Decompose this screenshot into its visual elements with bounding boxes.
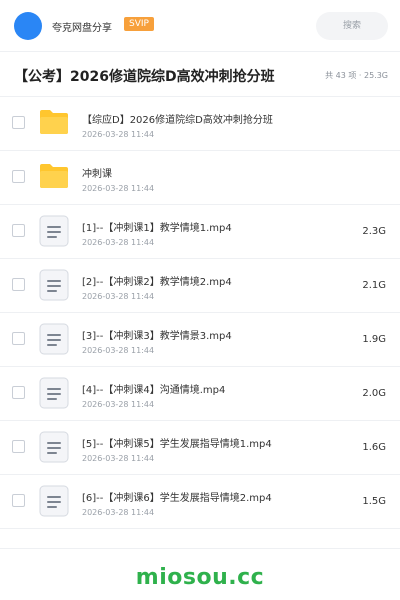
item-size: 2.0G [362,388,386,399]
video-file-icon [39,431,69,463]
folder-icon [40,110,68,134]
item-name[interactable]: 【综应D】2026修道院综D高效冲刺抢分班 [82,111,273,126]
brand-name: 夸克网盘分享 [52,23,112,34]
select-checkbox[interactable] [12,440,25,453]
page-title: 【公考】2026修道院综D高效冲刺抢分班 [14,69,275,85]
item-name[interactable]: [6]--【冲刺课6】学生发展指导情境2.mp4 [82,489,272,504]
title-bar: 【公考】2026修道院综D高效冲刺抢分班 共 43 项 · 25.3G [0,53,400,97]
search-input[interactable]: 搜索 [316,12,388,40]
top-bar: 夸克网盘分享 SVIP 搜索 [0,0,400,52]
item-name[interactable]: [1]--【冲刺课1】教学情境1.mp4 [82,219,232,234]
watermark: miosou.cc [135,565,265,590]
select-checkbox[interactable] [12,278,25,291]
select-checkbox[interactable] [12,332,25,345]
avatar[interactable] [14,12,42,40]
file-row[interactable]: [1]--【冲刺课1】教学情境1.mp4 2026-03-28 11:44 2.3G [0,205,400,259]
item-date: 2026-03-28 11:44 [82,508,155,517]
file-row[interactable]: [4]--【冲刺课4】沟通情境.mp4 2026-03-28 11:44 2.0G [0,367,400,421]
share-page: 夸克网盘分享 SVIP 搜索 【公考】2026修道院综D高效冲刺抢分班 共 43… [0,0,400,600]
item-date: 2026-03-28 11:44 [82,454,155,463]
item-name[interactable]: [4]--【冲刺课4】沟通情境.mp4 [82,381,225,396]
file-row[interactable]: [2]--【冲刺课2】教学情境2.mp4 2026-03-28 11:44 2.1G [0,259,400,313]
select-checkbox[interactable] [12,224,25,237]
item-size: 2.1G [362,280,386,291]
item-name[interactable]: [2]--【冲刺课2】教学情境2.mp4 [82,273,232,288]
select-checkbox[interactable] [12,116,25,129]
select-checkbox[interactable] [12,494,25,507]
video-file-icon [39,215,69,247]
footer: miosou.cc [0,548,400,600]
video-file-icon [39,323,69,355]
item-date: 2026-03-28 11:44 [82,292,155,301]
item-date: 2026-03-28 11:44 [82,346,155,355]
select-checkbox[interactable] [12,386,25,399]
file-row[interactable]: [3]--【冲刺课3】教学情景3.mp4 2026-03-28 11:44 1.9G [0,313,400,367]
item-count: 共 43 项 · 25.3G [325,71,388,80]
item-name[interactable]: [3]--【冲刺课3】教学情景3.mp4 [82,327,232,342]
folder-icon [40,164,68,188]
file-row[interactable]: [6]--【冲刺课6】学生发展指导情境2.mp4 2026-03-28 11:44… [0,475,400,529]
item-date: 2026-03-28 11:44 [82,400,155,409]
file-row[interactable]: [5]--【冲刺课5】学生发展指导情境1.mp4 2026-03-28 11:44… [0,421,400,475]
video-file-icon [39,269,69,301]
item-date: 2026-03-28 11:44 [82,238,155,247]
item-date: 2026-03-28 11:44 [82,130,155,139]
item-size: 1.9G [362,334,386,345]
item-size: 1.6G [362,442,386,453]
video-file-icon [39,377,69,409]
select-checkbox[interactable] [12,170,25,183]
item-name[interactable]: [5]--【冲刺课5】学生发展指导情境1.mp4 [82,435,272,450]
item-date: 2026-03-28 11:44 [82,184,155,193]
item-size: 2.3G [362,226,386,237]
folder-row[interactable]: 【综应D】2026修道院综D高效冲刺抢分班 2026-03-28 11:44 [0,97,400,151]
item-name[interactable]: 冲刺课 [82,165,112,180]
folder-row[interactable]: 冲刺课 2026-03-28 11:44 [0,151,400,205]
file-list: 【综应D】2026修道院综D高效冲刺抢分班 2026-03-28 11:44 冲刺课… [0,97,400,529]
video-file-icon [39,485,69,517]
svip-badge: SVIP [124,17,154,31]
item-size: 1.5G [362,496,386,507]
